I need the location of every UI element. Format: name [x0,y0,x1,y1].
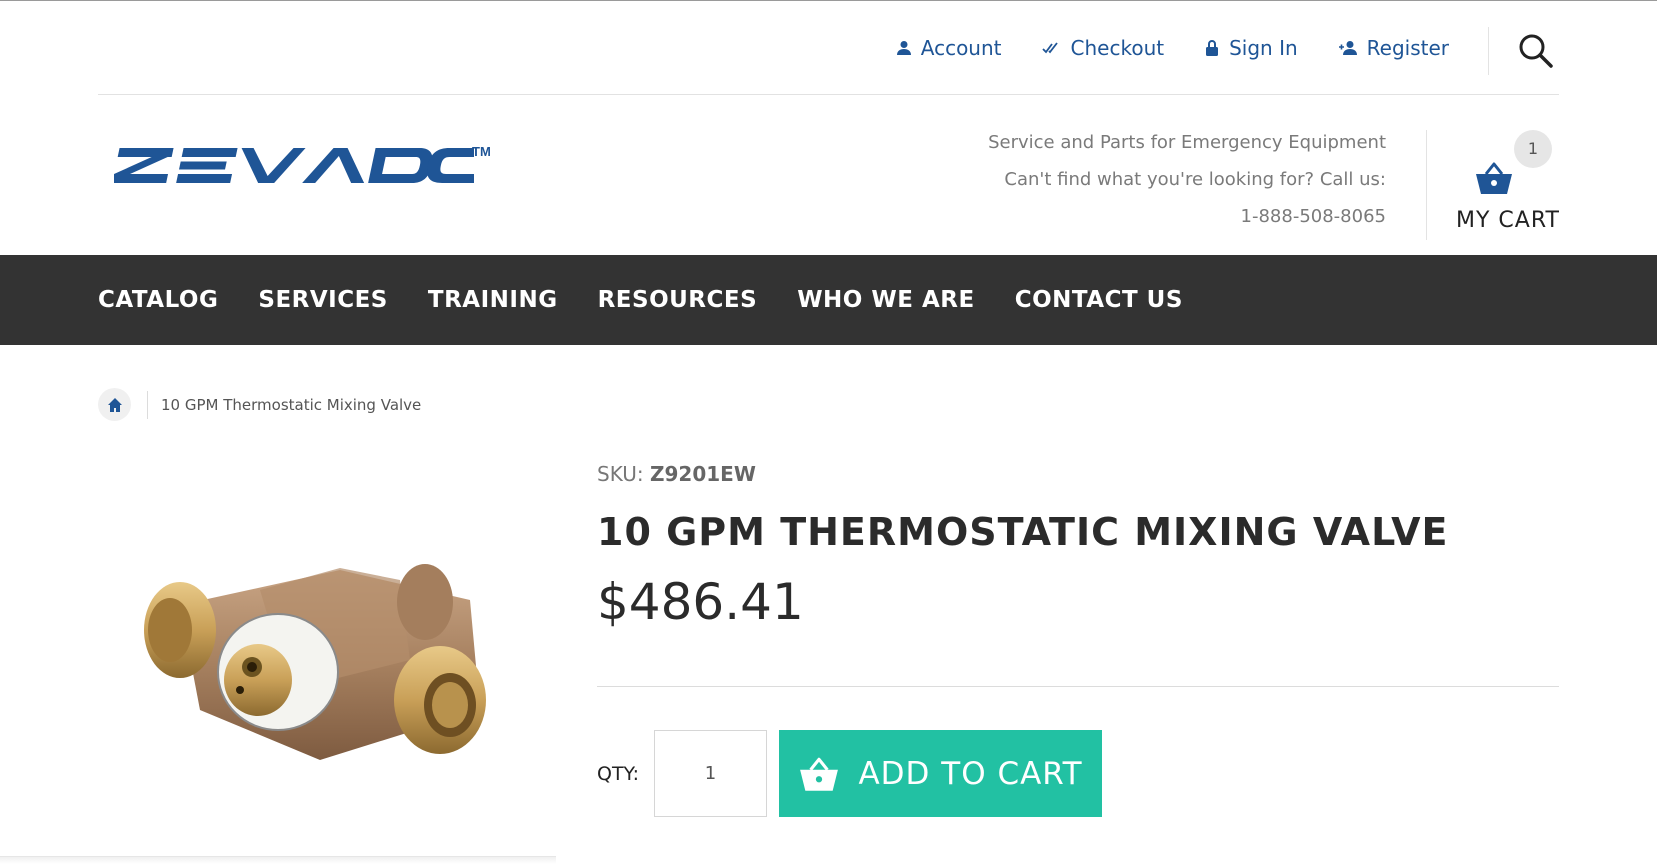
product-title: 10 GPM THERMOSTATIC MIXING VALVE [597,510,1449,554]
cart-count-badge: 1 [1514,130,1552,168]
nav-resources[interactable]: RESOURCES [598,287,758,313]
double-check-icon [1041,42,1058,54]
basket-icon [800,757,839,791]
nav-services[interactable]: SERVICES [258,287,388,313]
image-panel-edge [0,856,556,864]
breadcrumb-current: 10 GPM Thermostatic Mixing Valve [161,395,422,414]
nav-catalog[interactable]: CATALOG [98,287,218,313]
nav-training[interactable]: TRAINING [428,287,558,313]
zevado-logo [114,148,474,183]
product-sku: SKU: Z9201EW [597,462,756,486]
header-cart-divider [1426,130,1427,240]
nav-contact-us[interactable]: CONTACT US [1015,287,1183,313]
search-button[interactable] [1517,32,1555,70]
utility-divider [1488,27,1489,75]
header-tagline: Service and Parts for Emergency Equipmen… [988,132,1386,153]
sign-in-link[interactable]: Sign In [1204,36,1298,60]
product-price: $486.41 [597,573,804,631]
header-call-prompt: Can't find what you're looking for? Call… [1004,169,1386,190]
qty-label: QTY: [597,763,640,785]
search-icon [1519,34,1553,68]
header-divider [98,94,1559,95]
utility-bar: Account Checkout Sign In Register [98,22,1559,75]
checkout-link[interactable]: Checkout [1041,36,1165,60]
sign-in-link-label: Sign In [1229,36,1298,60]
register-link-label: Register [1366,36,1449,60]
register-link[interactable]: Register [1338,36,1449,60]
user-icon [896,41,911,55]
lock-icon [1206,40,1219,56]
add-to-cart-label: ADD TO CART [858,755,1083,792]
logo-trademark: TM [472,144,491,159]
mixing-valve-image [144,564,486,760]
qty-input[interactable] [654,730,767,817]
sku-value: Z9201EW [650,462,756,486]
header-contact-info: Service and Parts for Emergency Equipmen… [988,124,1386,235]
breadcrumb-home[interactable] [98,388,131,421]
product-image[interactable] [140,560,510,790]
user-plus-icon [1338,41,1357,55]
site-logo[interactable]: TM [114,138,494,188]
main-nav: CATALOG SERVICES TRAINING RESOURCES WHO … [0,255,1657,345]
account-link[interactable]: Account [896,36,1002,60]
top-border [0,0,1657,1]
account-link-label: Account [920,36,1002,60]
add-to-cart-button[interactable]: ADD TO CART [779,730,1102,817]
breadcrumb-divider [147,390,148,419]
price-divider [597,686,1559,687]
basket-icon [1476,162,1512,194]
header-phone[interactable]: 1-888-508-8065 [988,198,1386,235]
checkout-link-label: Checkout [1070,36,1165,60]
breadcrumb: 10 GPM Thermostatic Mixing Valve [98,388,421,421]
utility-links: Account Checkout Sign In Register [896,36,1449,60]
sku-label: SKU: [597,462,644,486]
my-cart-label: MY CART [1456,208,1560,233]
nav-who-we-are[interactable]: WHO WE ARE [797,287,975,313]
home-icon [107,397,122,412]
my-cart-button[interactable]: 1 MY CART [1456,130,1566,240]
